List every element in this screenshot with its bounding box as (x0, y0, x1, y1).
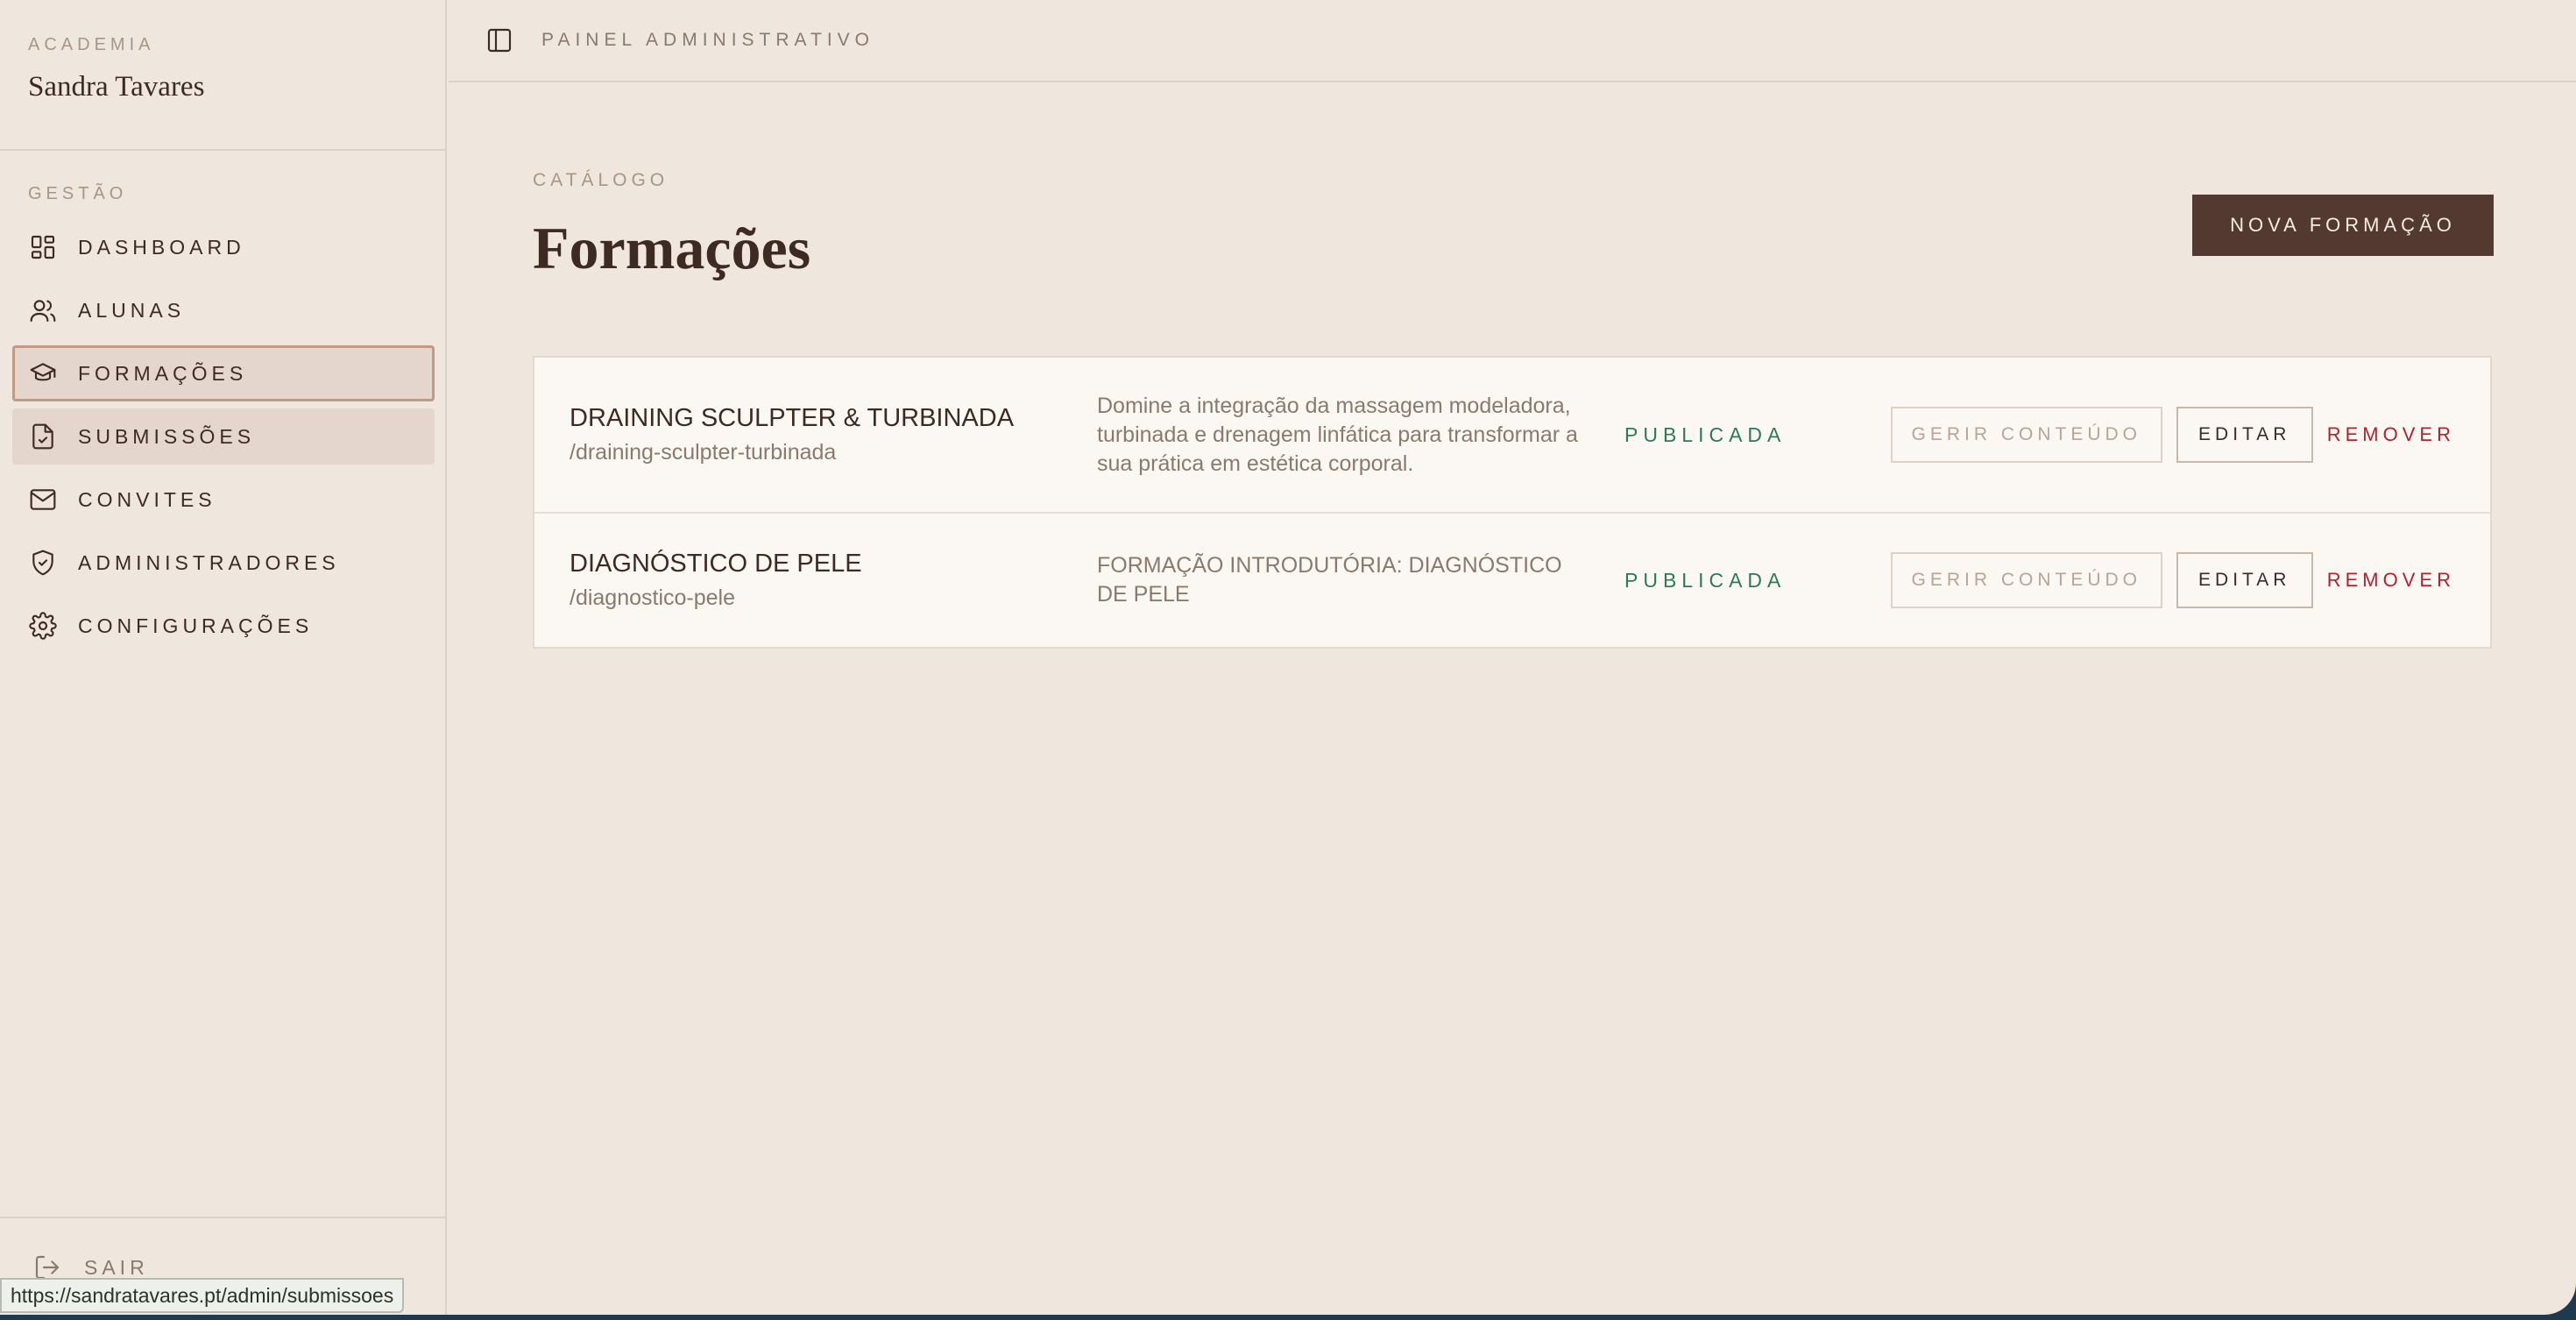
manage-content-button[interactable]: GERIR CONTEÚDO (1890, 552, 2162, 608)
row-actions: GERIR CONTEÚDO EDITAR REMOVER (1890, 407, 2455, 463)
sidebar-item-convites[interactable]: CONVITES (12, 472, 435, 528)
new-course-button[interactable]: NOVA FORMAÇÃO (2192, 195, 2494, 256)
sidebar: ACADEMIA Sandra Tavares GESTÃO DASHBOARD… (0, 0, 447, 1315)
courses-table: DRAINING SCULPTER & TURBINADA /draining-… (533, 356, 2492, 649)
users-icon (30, 300, 56, 323)
course-description: FORMAÇÃO INTRODUTÓRIA: DIAGNÓSTICO DE PE… (1097, 553, 1562, 607)
course-name[interactable]: DIAGNÓSTICO DE PELE (570, 550, 862, 578)
edit-button[interactable]: EDITAR (2176, 552, 2313, 608)
course-name[interactable]: DRAINING SCULPTER & TURBINADA (570, 404, 1014, 433)
graduation-cap-icon (30, 363, 56, 381)
brand-name: Sandra Tavares (28, 71, 205, 103)
logout-label: SAIR (84, 1255, 149, 1279)
sidebar-item-configuracoes[interactable]: CONFIGURAÇÕES (12, 598, 435, 654)
sidebar-item-label: FORMAÇÕES (78, 361, 248, 385)
brand: ACADEMIA Sandra Tavares (0, 0, 445, 151)
table-row: DRAINING SCULPTER & TURBINADA /draining-… (534, 358, 2490, 512)
status-badge: PUBLICADA (1624, 568, 1787, 592)
sidebar-item-formacoes[interactable]: FORMAÇÕES (12, 345, 435, 401)
gear-icon (29, 612, 57, 640)
course-name-cell: DIAGNÓSTICO DE PELE /diagnostico-pele (570, 550, 862, 611)
edit-button[interactable]: EDITAR (2176, 407, 2313, 463)
status-url-tooltip: https://sandratavares.pt/admin/submissoe… (0, 1278, 405, 1313)
row-actions: GERIR CONTEÚDO EDITAR REMOVER (1890, 552, 2455, 608)
remove-button[interactable]: REMOVER (2327, 569, 2455, 592)
status-badge: PUBLICADA (1624, 422, 1787, 446)
course-name-cell: DRAINING SCULPTER & TURBINADA /draining-… (570, 404, 1014, 465)
course-slug: /diagnostico-pele (570, 585, 736, 610)
sidebar-item-label: CONVITES (78, 487, 216, 511)
page-kicker: CATÁLOGO (533, 170, 669, 190)
topbar-title: PAINEL ADMINISTRATIVO (541, 30, 874, 50)
remove-button[interactable]: REMOVER (2327, 423, 2455, 446)
file-check-icon (32, 423, 53, 450)
sidebar-item-administradores[interactable]: ADMINISTRADORES (12, 535, 435, 591)
course-description: Domine a integração da massagem modelado… (1097, 393, 1578, 476)
sidebar-item-alunas[interactable]: ALUNAS (12, 282, 435, 338)
table-row: DIAGNÓSTICO DE PELE /diagnostico-pele FO… (534, 512, 2490, 647)
sidebar-item-label: DASHBOARD (78, 235, 245, 259)
sidebar-item-dashboard[interactable]: DASHBOARD (12, 219, 435, 275)
nav-section-heading: GESTÃO (28, 184, 128, 203)
course-slug: /draining-sculpter-turbinada (570, 440, 837, 465)
sidebar-item-label: SUBMISSÕES (78, 424, 256, 448)
dashboard-icon (31, 235, 55, 259)
brand-kicker: ACADEMIA (28, 35, 155, 54)
sidebar-item-label: ADMINISTRADORES (78, 550, 340, 574)
page-title: Formações (533, 215, 811, 281)
topbar: PAINEL ADMINISTRATIVO (449, 0, 2576, 82)
sidebar-item-submissoes[interactable]: SUBMISSÕES (12, 408, 435, 465)
app-window: ACADEMIA Sandra Tavares GESTÃO DASHBOARD… (0, 0, 2576, 1315)
shield-check-icon (32, 550, 53, 576)
mail-icon (30, 489, 56, 510)
manage-content-button[interactable]: GERIR CONTEÚDO (1890, 407, 2162, 463)
sidebar-item-label: CONFIGURAÇÕES (78, 614, 314, 637)
sidebar-nav: DASHBOARD ALUNAS FORMAÇÕES SUBMISSÕES CO… (12, 219, 435, 661)
sidebar-item-label: ALUNAS (78, 298, 186, 322)
sidebar-toggle-icon[interactable] (485, 26, 513, 54)
